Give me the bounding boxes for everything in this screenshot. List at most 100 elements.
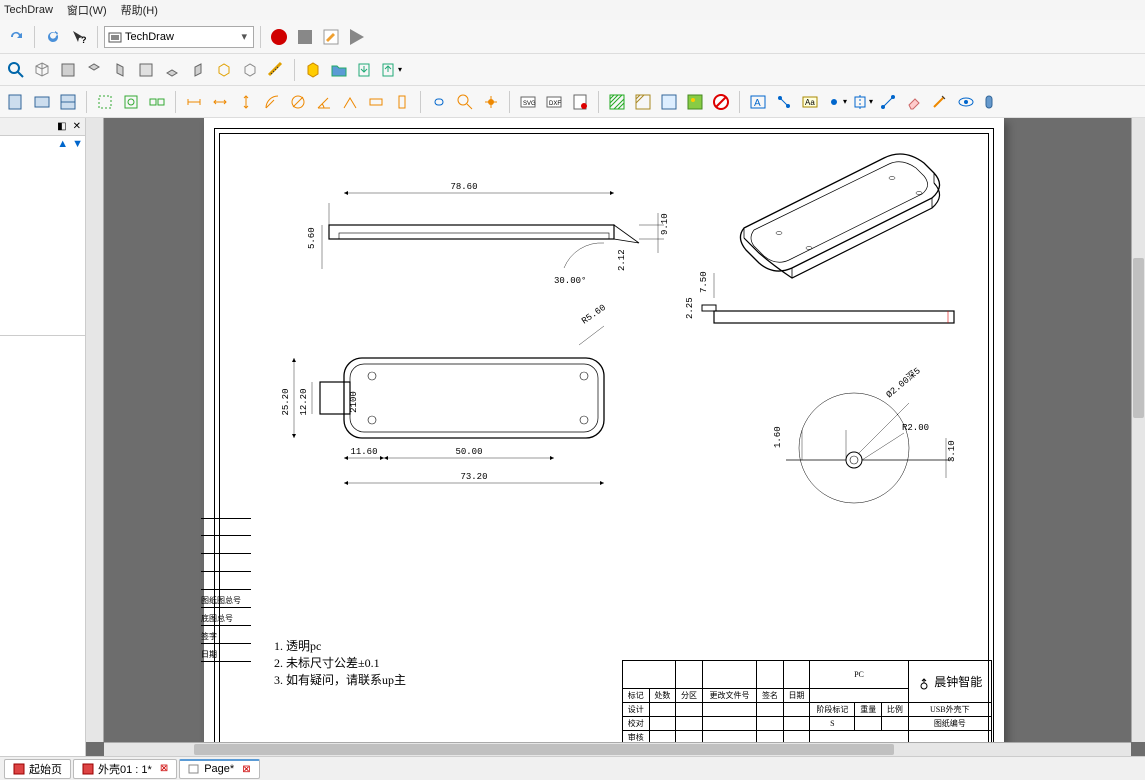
page-new-icon[interactable] bbox=[301, 58, 325, 82]
td-page-icon[interactable] bbox=[4, 90, 28, 114]
measure-icon[interactable] bbox=[264, 58, 288, 82]
play-icon[interactable] bbox=[345, 25, 369, 49]
model-panel: ◧ ✕ ▲▼ bbox=[0, 118, 86, 756]
rear-view-icon[interactable] bbox=[134, 58, 158, 82]
td-landmark-icon[interactable] bbox=[479, 90, 503, 114]
tab-start[interactable]: 起始页 bbox=[4, 759, 71, 779]
refresh-icon[interactable] bbox=[41, 25, 65, 49]
whatsthis-icon[interactable]: ? bbox=[67, 25, 91, 49]
folder-open-icon[interactable] bbox=[327, 58, 351, 82]
close-panel-icon[interactable]: ✕ bbox=[73, 121, 81, 132]
box-view-icon[interactable] bbox=[212, 58, 236, 82]
td-extent-v-icon[interactable] bbox=[390, 90, 414, 114]
tab-shell[interactable]: 外壳01 : 1*⊠ bbox=[73, 759, 177, 779]
td-dim-diameter-icon[interactable] bbox=[286, 90, 310, 114]
td-dim-length-icon[interactable] bbox=[182, 90, 206, 114]
td-cosmetic-eraser-icon[interactable] bbox=[902, 90, 926, 114]
svg-text:?: ? bbox=[81, 35, 87, 45]
menu-techdraw[interactable]: TechDraw bbox=[4, 4, 53, 16]
dim-2-12: 2.12 bbox=[617, 249, 627, 271]
dim-9-10: 9.10 bbox=[660, 213, 670, 235]
td-toggle-frame-icon[interactable] bbox=[709, 90, 733, 114]
td-centerline-icon[interactable]: ▾ bbox=[850, 90, 874, 114]
td-extent-h-icon[interactable] bbox=[364, 90, 388, 114]
record-icon[interactable] bbox=[267, 25, 291, 49]
drawing-notes: 1. 透明pc 2. 未标尺寸公差±0.1 3. 如有疑问，请联系up主 bbox=[274, 638, 406, 688]
td-geom-hatch-icon[interactable] bbox=[631, 90, 655, 114]
dim-r2: R2.00 bbox=[902, 423, 929, 433]
dim-73-20: 73.20 bbox=[460, 472, 487, 482]
menu-window[interactable]: 窗口(W) bbox=[67, 2, 107, 18]
td-decorate-icon[interactable] bbox=[928, 90, 952, 114]
workbench-label: TechDraw bbox=[125, 31, 174, 43]
td-leaderline-icon[interactable] bbox=[772, 90, 796, 114]
document-tabs: 起始页 外壳01 : 1*⊠ Page*⊠ bbox=[0, 756, 1145, 780]
td-2point-line-icon[interactable] bbox=[876, 90, 900, 114]
dim-1-60: 1.60 bbox=[773, 426, 783, 448]
workbench-selector[interactable]: TechDraw bbox=[104, 26, 254, 48]
drawing-page: 5.60 78.60 9.10 30.00° 2.12 bbox=[204, 118, 1004, 742]
td-dim-angle-icon[interactable] bbox=[312, 90, 336, 114]
property-view[interactable] bbox=[0, 336, 85, 756]
td-view-icon[interactable] bbox=[30, 90, 54, 114]
td-export-dxf-icon[interactable]: DXF bbox=[542, 90, 566, 114]
td-export-page-icon[interactable] bbox=[568, 90, 592, 114]
td-detail-view-icon[interactable] bbox=[119, 90, 143, 114]
dim-5-60: 5.60 bbox=[307, 227, 317, 249]
toolbar-techdraw: SVG DXF A Aa ▾ ▾ bbox=[0, 86, 1145, 118]
td-image-icon[interactable] bbox=[683, 90, 707, 114]
side-labels: 图纸图总号 底图总号 签字 日期 bbox=[201, 518, 251, 662]
close-icon[interactable]: ⊠ bbox=[160, 763, 168, 774]
td-annotation-icon[interactable]: A bbox=[746, 90, 770, 114]
dim-11-60: 11.60 bbox=[350, 447, 377, 457]
top-view-icon[interactable] bbox=[82, 58, 106, 82]
scrollbar-vertical[interactable] bbox=[1131, 118, 1145, 742]
td-dim-horizontal-icon[interactable] bbox=[208, 90, 232, 114]
svg-text:DXF: DXF bbox=[549, 101, 561, 107]
td-export-svg-icon[interactable]: SVG bbox=[516, 90, 540, 114]
iso-view-icon[interactable] bbox=[30, 58, 54, 82]
td-show-all-icon[interactable] bbox=[954, 90, 978, 114]
left-view-icon[interactable] bbox=[186, 58, 210, 82]
dim-30-00: 30.00° bbox=[554, 276, 586, 286]
close-icon[interactable]: ⊠ bbox=[242, 764, 250, 775]
drawing-canvas[interactable]: 5.60 78.60 9.10 30.00° 2.12 bbox=[86, 118, 1145, 756]
scrollbar-horizontal[interactable] bbox=[104, 742, 1131, 756]
td-hatch-icon[interactable] bbox=[605, 90, 629, 114]
toolbar-view: ▾ bbox=[0, 54, 1145, 86]
tree-view[interactable]: ▲▼ bbox=[0, 136, 85, 336]
export-dropdown-icon[interactable]: ▾ bbox=[379, 58, 403, 82]
export-icon[interactable] bbox=[353, 58, 377, 82]
box2-view-icon[interactable] bbox=[238, 58, 262, 82]
td-link-dim-icon[interactable] bbox=[427, 90, 451, 114]
stop-icon[interactable] bbox=[293, 25, 317, 49]
td-richtext-icon[interactable]: Aa bbox=[798, 90, 822, 114]
menubar: TechDraw 窗口(W) 帮助(H) bbox=[0, 0, 1145, 20]
td-section-icon[interactable] bbox=[56, 90, 80, 114]
dim-7-50: 7.50 bbox=[699, 271, 709, 293]
dim-2-25: 2.25 bbox=[685, 297, 695, 319]
dim-50-00: 50.00 bbox=[455, 447, 482, 457]
right-view-icon[interactable] bbox=[108, 58, 132, 82]
td-dim-radius-icon[interactable] bbox=[260, 90, 284, 114]
svg-text:SVG: SVG bbox=[523, 101, 536, 107]
td-cosmetic-vertex-icon[interactable]: ▾ bbox=[824, 90, 848, 114]
menu-help[interactable]: 帮助(H) bbox=[121, 2, 158, 18]
td-weld-icon[interactable] bbox=[980, 90, 1004, 114]
dim-25-20: 25.20 bbox=[281, 388, 291, 415]
td-symbol-icon[interactable] bbox=[657, 90, 681, 114]
macro-edit-icon[interactable] bbox=[319, 25, 343, 49]
zoom-fit-icon[interactable] bbox=[4, 58, 28, 82]
dim-12-20: 12.20 bbox=[299, 388, 309, 415]
front-view-icon[interactable] bbox=[56, 58, 80, 82]
tab-page[interactable]: Page*⊠ bbox=[179, 759, 259, 779]
td-dim-angle3pt-icon[interactable] bbox=[338, 90, 362, 114]
toolbar-main: ? TechDraw bbox=[0, 20, 1145, 54]
pin-icon[interactable]: ◧ bbox=[57, 121, 66, 132]
td-dim-vertical-icon[interactable] bbox=[234, 90, 258, 114]
redo-icon[interactable] bbox=[4, 25, 28, 49]
td-insert-view-icon[interactable] bbox=[93, 90, 117, 114]
td-balloon-icon[interactable] bbox=[453, 90, 477, 114]
td-projection-icon[interactable] bbox=[145, 90, 169, 114]
bottom-view-icon[interactable] bbox=[160, 58, 184, 82]
